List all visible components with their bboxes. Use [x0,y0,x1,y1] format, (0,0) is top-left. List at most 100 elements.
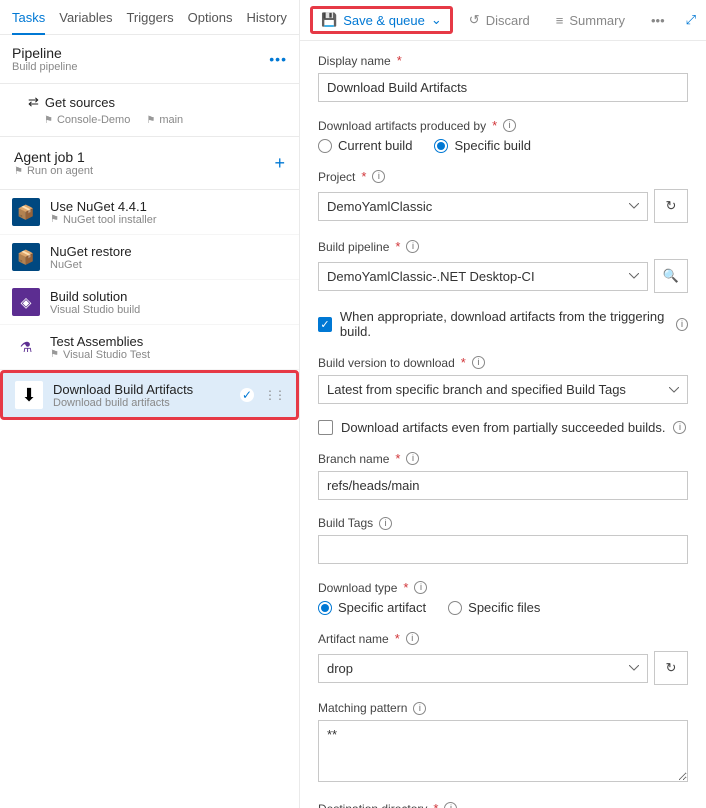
required-icon: * [461,355,466,370]
required-icon: * [395,631,400,646]
build-tags-input[interactable] [318,535,688,564]
required-icon: * [403,580,408,595]
task-icon: 📦 [12,243,40,271]
dl-partial-label: Download artifacts even from partially s… [341,420,665,435]
build-version-label: Build version to download [318,356,455,370]
display-name-input[interactable] [318,73,688,102]
info-icon[interactable]: i [503,119,516,132]
radio-icon [434,139,448,153]
pipeline-header[interactable]: Pipeline Build pipeline ••• [0,35,299,84]
produced-by-specific[interactable]: Specific build [434,138,531,153]
tab-tasks[interactable]: Tasks [12,6,45,35]
refresh-artifact-icon[interactable]: ↻ [654,651,688,685]
search-pipeline-icon[interactable]: 🔍 [654,259,688,293]
task-icon: ⚗ [12,333,40,361]
required-icon: * [433,801,438,808]
info-icon[interactable]: i [673,421,686,434]
project-select[interactable]: DemoYamlClassic [318,192,648,221]
build-pipeline-label: Build pipeline [318,240,389,254]
info-icon[interactable]: i [413,702,426,715]
summary-button[interactable]: ≡ Summary [546,9,635,32]
task-title: Download Build Artifacts [53,382,193,397]
build-tags-label: Build Tags [318,516,373,530]
build-pipeline-select[interactable]: DemoYamlClassic-.NET Desktop-CI [318,262,648,291]
branch-name-label: Branch name [318,452,389,466]
dest-dir-label: Destination directory [318,802,427,808]
get-sources[interactable]: ⇄ Get sources Console-Demo main [0,84,299,137]
info-icon[interactable]: i [406,452,419,465]
task-item-2[interactable]: ◈Build solutionVisual Studio build [0,280,299,325]
required-icon: * [395,239,400,254]
branch-name-input[interactable] [318,471,688,500]
tab-history[interactable]: History [246,6,286,34]
pipeline-tabs: Tasks Variables Triggers Options History [0,0,299,35]
task-subtitle: NuGet [50,259,132,271]
dl-partial-checkbox[interactable] [318,420,333,435]
tab-options[interactable]: Options [188,6,233,34]
sources-repo: Console-Demo [44,114,130,126]
info-icon[interactable]: i [444,802,457,808]
sources-branch: main [146,114,183,126]
expand-icon[interactable]: ⤢ [686,12,696,28]
info-icon[interactable]: i [676,318,688,331]
artifact-name-select[interactable]: drop [318,654,648,683]
sources-icon: ⇄ [28,94,39,110]
pipeline-title: Pipeline [12,45,77,61]
task-item-4[interactable]: ⬇Download Build ArtifactsDownload build … [0,370,299,420]
discard-button[interactable]: ↺ Discard [459,8,540,32]
toolbar: 💾 Save & queue ⌄ ↺ Discard ≡ Summary •••… [300,0,706,41]
radio-icon [448,601,462,615]
pipeline-subtitle: Build pipeline [12,61,77,73]
toolbar-more-icon[interactable]: ••• [641,9,675,32]
agent-job[interactable]: Agent job 1 Run on agent + [0,137,299,190]
download-type-artifact[interactable]: Specific artifact [318,600,426,615]
task-item-0[interactable]: 📦Use NuGet 4.4.1NuGet tool installer [0,190,299,235]
tab-triggers[interactable]: Triggers [126,6,173,34]
radio-icon [318,601,332,615]
required-icon: * [492,118,497,133]
left-panel: Tasks Variables Triggers Options History… [0,0,300,808]
save-queue-button[interactable]: 💾 Save & queue ⌄ [310,6,453,34]
info-icon[interactable]: i [406,240,419,253]
agent-sub: Run on agent [14,165,93,177]
task-title: Build solution [50,289,140,304]
save-queue-label: Save & queue [343,13,425,28]
task-title: Test Assemblies [50,334,150,349]
drag-handle-icon[interactable]: ⋮⋮ [264,393,284,397]
info-icon[interactable]: i [372,170,385,183]
build-version-select[interactable]: Latest from specific branch and specifie… [318,375,688,404]
task-title: NuGet restore [50,244,132,259]
when-appropriate-checkbox[interactable] [318,317,332,332]
tab-variables[interactable]: Variables [59,6,112,34]
matching-pattern-input[interactable]: ** [318,720,688,782]
pipeline-more-icon[interactable]: ••• [269,51,287,67]
task-item-1[interactable]: 📦 NuGet restoreNuGet [0,235,299,280]
summary-label: Summary [569,13,625,28]
form-area: Display name * Download artifacts produc… [300,41,706,808]
chevron-down-icon: ⌄ [431,12,442,28]
right-panel: 💾 Save & queue ⌄ ↺ Discard ≡ Summary •••… [300,0,706,808]
task-subtitle: NuGet tool installer [50,214,157,226]
task-list: 📦Use NuGet 4.4.1NuGet tool installer 📦 NuG… [0,190,299,420]
refresh-project-icon[interactable]: ↻ [654,189,688,223]
info-icon[interactable]: i [379,517,392,530]
radio-icon [318,139,332,153]
task-icon: ◈ [12,288,40,316]
add-task-icon[interactable]: + [274,153,285,174]
task-icon: ⬇ [15,381,43,409]
discard-label: Discard [486,13,530,28]
artifact-name-label: Artifact name [318,632,389,646]
info-icon[interactable]: i [414,581,427,594]
matching-pattern-label: Matching pattern [318,701,407,715]
task-item-3[interactable]: ⚗ Test AssembliesVisual Studio Test [0,325,299,370]
produced-by-current[interactable]: Current build [318,138,412,153]
info-icon[interactable]: i [406,632,419,645]
info-icon[interactable]: i [472,356,485,369]
agent-title: Agent job 1 [14,149,93,165]
save-icon: 💾 [321,12,337,28]
required-icon: * [397,53,402,68]
summary-icon: ≡ [556,13,564,28]
download-type-files[interactable]: Specific files [448,600,540,615]
task-subtitle: Visual Studio Test [50,349,150,361]
sources-title: Get sources [45,95,115,110]
